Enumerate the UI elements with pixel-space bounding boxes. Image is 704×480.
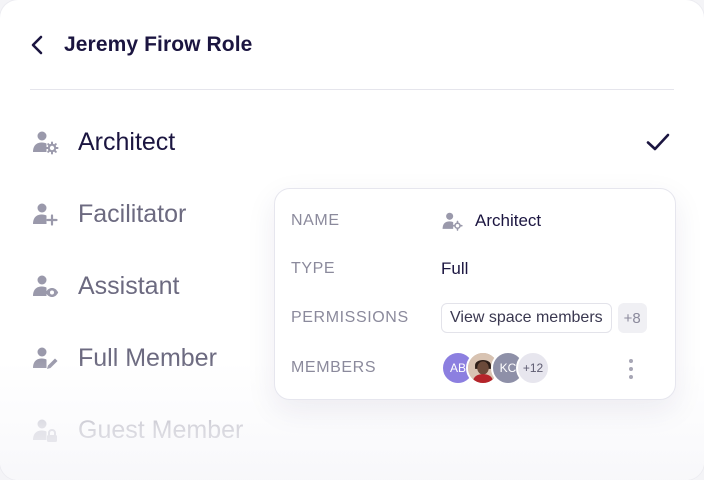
user-plus-icon (30, 199, 60, 229)
user-gear-icon (30, 127, 60, 157)
back-button[interactable] (30, 30, 52, 60)
details-permissions-label: PERMISSIONS (291, 309, 409, 326)
role-label: Architect (78, 127, 176, 156)
header-divider (30, 89, 674, 90)
role-item-guest-member[interactable]: Guest Member (30, 404, 674, 456)
user-pen-icon (30, 343, 60, 373)
members-more-badge[interactable]: +12 (516, 351, 550, 385)
user-gear-icon (441, 209, 465, 233)
permission-more-badge[interactable]: +8 (617, 303, 647, 333)
details-members-label: MEMBERS (291, 359, 377, 376)
role-details-popover: NAME Architect TYPE Full PERMISSIONS Vie… (274, 188, 676, 400)
user-lock-icon (30, 415, 60, 445)
page-title: Jeremy Firow Role (64, 33, 253, 56)
panel-header: Jeremy Firow Role (30, 28, 252, 62)
role-label: Assistant (78, 271, 180, 300)
details-type-value: Full (441, 259, 469, 278)
chevron-left-icon (31, 35, 43, 55)
details-name-row: NAME Architect (291, 201, 659, 241)
details-permissions-row: PERMISSIONS View space members +8 (291, 298, 659, 338)
check-icon (644, 128, 672, 156)
details-name-value: Architect (475, 211, 542, 230)
details-name-label: NAME (291, 212, 340, 229)
role-label: Guest Member (78, 415, 244, 444)
details-type-row: TYPE Full (291, 249, 659, 289)
role-label: Facilitator (78, 199, 187, 228)
details-members-row: MEMBERS AB KC +12 (291, 348, 659, 388)
role-item-architect[interactable]: Architect (30, 116, 674, 168)
more-options-icon[interactable] (621, 356, 641, 382)
user-eye-icon (30, 271, 60, 301)
details-type-label: TYPE (291, 260, 336, 277)
role-label: Full Member (78, 343, 217, 372)
role-panel: Jeremy Firow Role Architect Facilitator … (0, 0, 704, 480)
member-avatars[interactable]: AB KC +12 (441, 351, 550, 385)
permission-chip[interactable]: View space members (441, 303, 612, 333)
